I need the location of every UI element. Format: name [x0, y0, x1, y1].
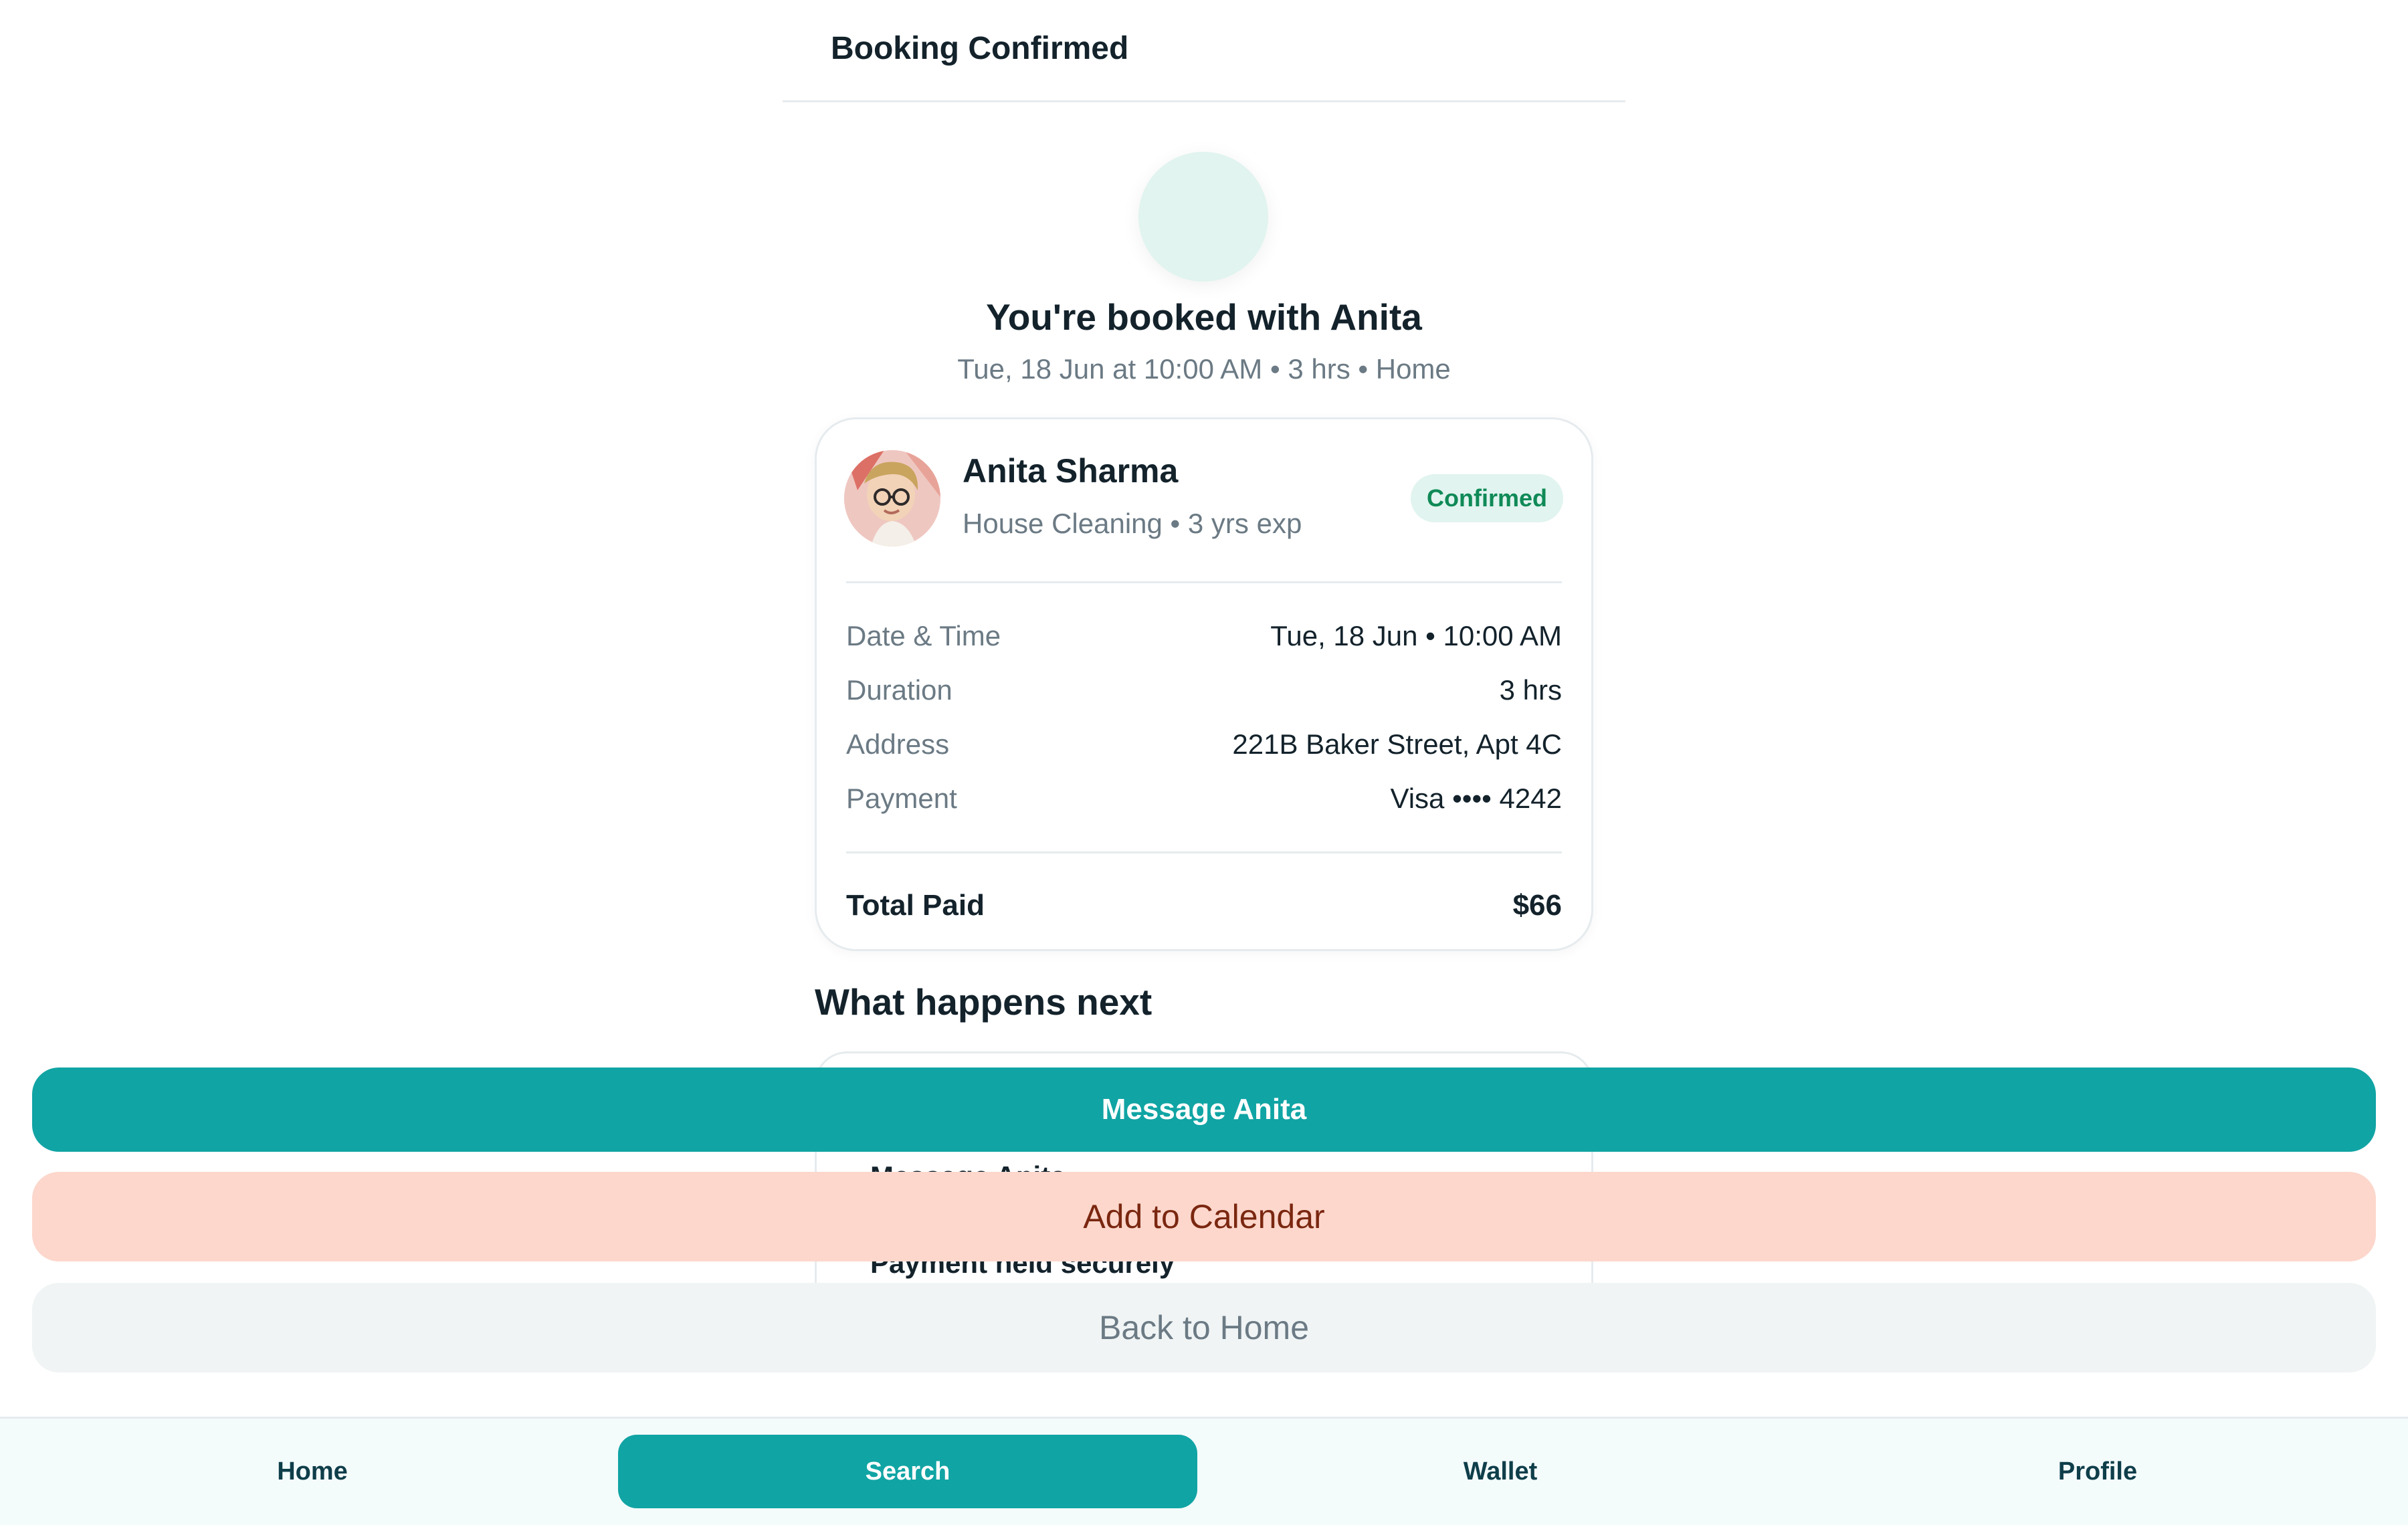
detail-label: Date & Time — [846, 620, 1001, 651]
status-badge: Confirmed — [1411, 474, 1563, 522]
avatar-photo — [844, 450, 940, 546]
total-row: Total Paid $66 — [846, 889, 1562, 929]
booking-summary-card: Anita Sharma House Cleaning • 3 yrs exp … — [815, 417, 1593, 951]
top-header: Booking Confirmed — [783, 0, 1625, 102]
tab-search[interactable]: Search — [618, 1435, 1197, 1508]
detail-value: 221B Baker Street, Apt 4C — [1232, 728, 1562, 760]
detail-label: Duration — [846, 674, 952, 706]
page-title: Booking Confirmed — [831, 31, 1129, 66]
detail-row: Payment Visa •••• 4242 — [846, 783, 1562, 823]
divider — [846, 851, 1562, 853]
detail-label: Address — [846, 728, 950, 760]
provider-name: Anita Sharma — [963, 452, 1179, 490]
tab-wallet[interactable]: Wallet — [1207, 1435, 1794, 1508]
detail-label: Payment — [846, 783, 957, 814]
add-to-calendar-button[interactable]: Add to Calendar — [32, 1172, 2376, 1261]
total-label: Total Paid — [846, 889, 985, 922]
avatar — [844, 450, 940, 546]
confirmation-subtitle: Tue, 18 Jun at 10:00 AM • 3 hrs • Home — [957, 353, 1451, 385]
confirmation-title: You're booked with Anita — [986, 296, 1422, 338]
total-value: $66 — [1512, 889, 1562, 922]
bottom-tab-bar: Home Search Wallet Profile — [0, 1417, 2408, 1525]
divider — [846, 581, 1562, 583]
tab-home[interactable]: Home — [16, 1435, 609, 1508]
detail-row: Address 221B Baker Street, Apt 4C — [846, 728, 1562, 769]
success-icon — [1138, 152, 1268, 282]
tab-profile[interactable]: Profile — [1803, 1435, 2392, 1508]
detail-value: Tue, 18 Jun • 10:00 AM — [1270, 620, 1562, 651]
detail-value: 3 hrs — [1499, 674, 1562, 706]
message-button[interactable]: Message Anita — [32, 1068, 2376, 1152]
back-to-home-button[interactable]: Back to Home — [32, 1283, 2376, 1372]
detail-value: Visa •••• 4242 — [1390, 783, 1562, 814]
detail-row: Duration 3 hrs — [846, 674, 1562, 714]
provider-meta: House Cleaning • 3 yrs exp — [963, 508, 1302, 539]
next-steps-title: What happens next — [815, 981, 1152, 1023]
detail-row: Date & Time Tue, 18 Jun • 10:00 AM — [846, 620, 1562, 660]
